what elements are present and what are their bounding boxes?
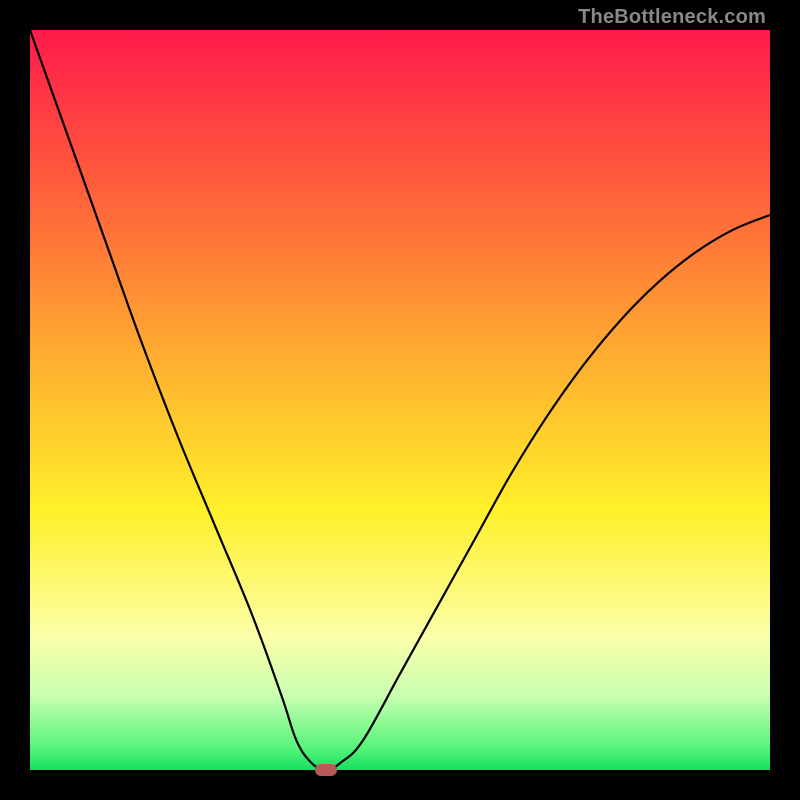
plot-area <box>30 30 770 770</box>
gradient-background <box>30 30 770 770</box>
chart-frame: TheBottleneck.com <box>0 0 800 800</box>
bottleneck-chart <box>30 30 770 770</box>
watermark-label: TheBottleneck.com <box>578 6 766 29</box>
